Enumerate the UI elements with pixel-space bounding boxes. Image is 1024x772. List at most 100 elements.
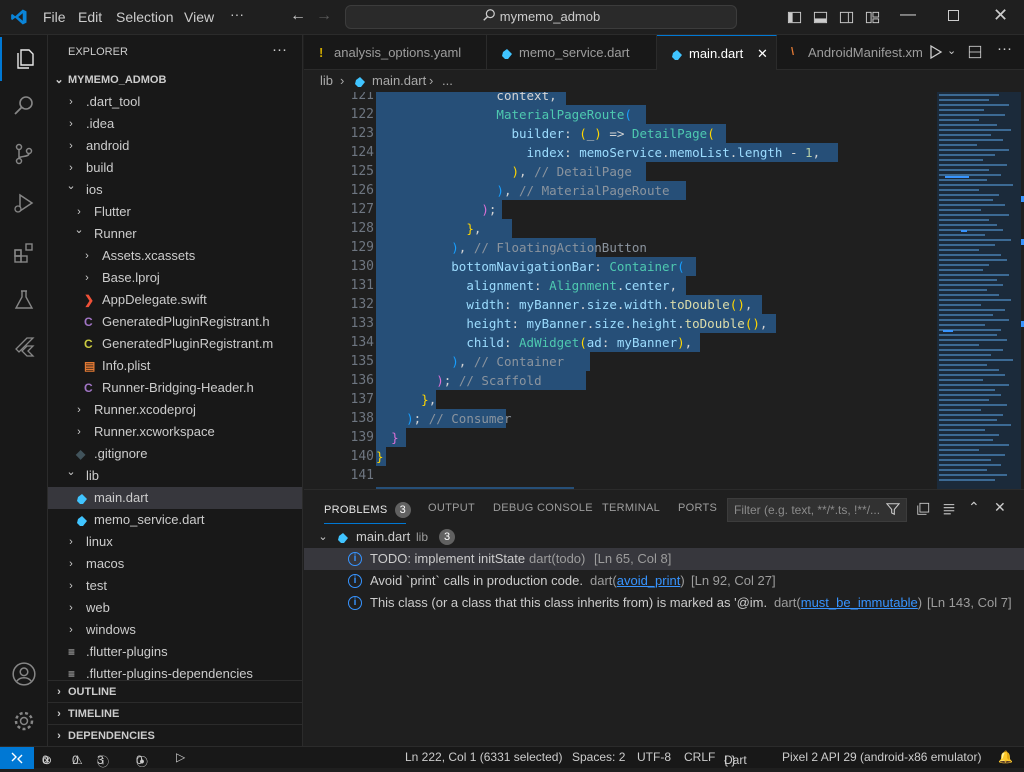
minimize-icon[interactable]: — (900, 6, 916, 24)
toggle-panel-icon[interactable] (813, 10, 828, 28)
tree-folder[interactable]: ⌄ Runner (48, 223, 302, 245)
problems-label: PROBLEMS (324, 504, 388, 516)
tree-file[interactable]: C GeneratedPluginRegistrant.h (48, 311, 302, 333)
tree-folder[interactable]: ⌄ lib (48, 465, 302, 487)
code-editor[interactable]: 121 context, 122 MaterialPageRoute(123 bu… (304, 92, 1024, 489)
remote-indicator[interactable] (0, 747, 34, 769)
encoding-setting[interactable]: UTF-8 (637, 750, 671, 764)
testing-icon[interactable] (0, 278, 48, 322)
problem-item[interactable]: i Avoid `print` calls in production code… (304, 570, 1024, 592)
tree-file[interactable]: main.dart (48, 487, 302, 509)
run-debug-status-icon[interactable]: ▷ (176, 750, 185, 764)
problem-rule-link[interactable]: must_be_immutable (801, 595, 918, 610)
tab-main-dart[interactable]: main.dart ✕ (657, 35, 777, 70)
close-tab-icon[interactable]: ✕ (757, 36, 768, 70)
eol-setting[interactable]: CRLF (684, 750, 715, 764)
notifications-bell-icon[interactable]: 🔔 (998, 750, 1013, 764)
tab-android-manifest[interactable]: \ AndroidManifest.xml (777, 35, 922, 70)
tree-folder[interactable]: › Runner.xcodeproj (48, 399, 302, 421)
explorer-icon[interactable] (0, 37, 48, 81)
problem-group-main-dart[interactable]: ⌄ main.dart lib 3 (304, 526, 1024, 548)
tree-folder[interactable]: › macos (48, 553, 302, 575)
tree-folder[interactable]: › build (48, 157, 302, 179)
problem-item[interactable]: i TODO: implement initState dart(todo) [… (304, 548, 1024, 570)
run-file-icon[interactable] (929, 44, 943, 63)
source-control-icon[interactable] (0, 132, 48, 176)
manage-gear-icon[interactable] (0, 699, 48, 743)
tree-file[interactable]: memo_service.dart (48, 509, 302, 531)
problem-rule-link[interactable]: avoid_print (617, 573, 681, 588)
tree-folder[interactable]: › linux (48, 531, 302, 553)
tree-item-label: .dart_tool (86, 94, 141, 109)
dependencies-section[interactable]: › DEPENDENCIES (48, 724, 302, 746)
line-number: 131 (350, 278, 374, 293)
tab-terminal[interactable]: TERMINAL (602, 502, 660, 514)
indentation-setting[interactable]: Spaces: 2 (572, 750, 625, 764)
tree-file[interactable]: C GeneratedPluginRegistrant.m (48, 333, 302, 355)
filter-funnel-icon[interactable] (885, 502, 901, 519)
tab-memo-service[interactable]: memo_service.dart (487, 35, 657, 70)
maximize-panel-icon[interactable]: ⌃ (968, 499, 980, 516)
collapse-all-icon[interactable] (916, 502, 930, 519)
cursor-position[interactable]: Ln 222, Col 1 (6331 selected) (405, 750, 562, 764)
tree-folder[interactable]: › Assets.xcassets (48, 245, 302, 267)
tree-folder[interactable]: › windows (48, 619, 302, 641)
command-center-search[interactable]: mymemo_admob (345, 5, 737, 29)
warnings-count: 0 (72, 753, 79, 767)
run-debug-icon[interactable] (0, 181, 48, 225)
breadcrumb-file[interactable]: main.dart (372, 70, 426, 92)
run-options-chevron-icon[interactable]: ⌄ (947, 44, 956, 57)
tree-folder[interactable]: › android (48, 135, 302, 157)
close-panel-icon[interactable]: ✕ (994, 499, 1006, 516)
view-as-list-icon[interactable] (942, 502, 956, 519)
nav-back-icon[interactable]: ← (290, 7, 306, 25)
problems-filter-input[interactable]: Filter (e.g. text, **/*.ts, !**/... (727, 498, 907, 522)
menu-edit[interactable]: Edit (78, 9, 102, 25)
device-selector[interactable]: Pixel 2 API 29 (android-x86 emulator) (782, 750, 981, 764)
tree-folder[interactable]: › Base.lproj (48, 267, 302, 289)
tab-analysis-options[interactable]: ! analysis_options.yaml (304, 35, 487, 70)
explorer-more-icon[interactable]: ··· (272, 41, 287, 58)
search-view-icon[interactable] (0, 83, 48, 127)
toggle-primary-sidebar-icon[interactable] (787, 10, 802, 28)
close-window-icon[interactable]: ✕ (993, 5, 1008, 26)
nav-forward-icon[interactable]: → (316, 7, 332, 25)
menu-more[interactable]: ··· (230, 6, 244, 22)
tab-output[interactable]: OUTPUT (428, 502, 475, 514)
tree-file[interactable]: ◆ .gitignore (48, 443, 302, 465)
problem-item[interactable]: i This class (or a class that this class… (304, 592, 1024, 614)
tree-folder[interactable]: › Flutter (48, 201, 302, 223)
tree-item-label: .flutter-plugins (86, 644, 168, 659)
tree-folder[interactable]: › Runner.xcworkspace (48, 421, 302, 443)
flutter-icon[interactable] (0, 325, 48, 369)
split-editor-icon[interactable] (968, 45, 982, 62)
breadcrumb-folder[interactable]: lib (320, 70, 333, 92)
tree-folder[interactable]: › web (48, 597, 302, 619)
tab-problems[interactable]: PROBLEMS 3 (324, 502, 411, 518)
menu-selection[interactable]: Selection (116, 9, 174, 25)
customize-layout-icon[interactable] (865, 10, 880, 28)
accounts-icon[interactable] (0, 652, 48, 696)
tree-file[interactable]: ▤ Info.plist (48, 355, 302, 377)
tree-folder[interactable]: › .dart_tool (48, 91, 302, 113)
toggle-secondary-sidebar-icon[interactable] (839, 10, 854, 28)
tree-file[interactable]: ❯ AppDelegate.swift (48, 289, 302, 311)
editor-more-icon[interactable]: ··· (997, 40, 1012, 57)
tab-debug-console[interactable]: DEBUG CONSOLE (493, 502, 593, 514)
tree-folder[interactable]: ⌄ ios (48, 179, 302, 201)
extensions-icon[interactable] (0, 230, 48, 274)
breadcrumb-symbols[interactable]: ... (442, 70, 453, 92)
tree-folder[interactable]: › .idea (48, 113, 302, 135)
tree-file[interactable]: ≡ .flutter-plugins (48, 641, 302, 663)
minimap[interactable] (937, 92, 1021, 489)
tree-item-label: AppDelegate.swift (102, 292, 207, 307)
tab-ports[interactable]: PORTS (678, 502, 717, 514)
outline-section[interactable]: › OUTLINE (48, 680, 302, 702)
project-root[interactable]: ⌄ MYMEMO_ADMOB (48, 69, 302, 91)
menu-file[interactable]: File (43, 9, 66, 25)
timeline-section[interactable]: › TIMELINE (48, 702, 302, 724)
menu-view[interactable]: View (184, 9, 214, 25)
tree-folder[interactable]: › test (48, 575, 302, 597)
tree-file[interactable]: C Runner-Bridging-Header.h (48, 377, 302, 399)
maximize-icon[interactable] (948, 10, 959, 21)
